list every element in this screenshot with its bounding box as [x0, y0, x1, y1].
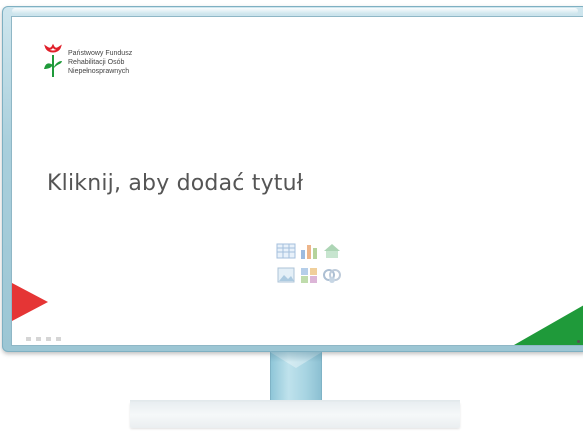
pen-icon[interactable] — [46, 337, 51, 341]
bezel-highlight — [12, 8, 578, 14]
pfron-logo: Państwowy Fundusz Rehabilitacji Osób Nie… — [42, 43, 132, 79]
title-placeholder[interactable]: Kliknij, aby dodać tytuł — [47, 171, 303, 196]
insert-clipart-icon[interactable] — [299, 265, 319, 285]
slideshow-controls — [26, 337, 61, 341]
power-led — [577, 340, 580, 343]
logo-line-2: Rehabilitacji Osób — [68, 59, 125, 66]
green-corner-triangle — [514, 305, 583, 345]
red-corner-triangle — [12, 283, 48, 321]
tulip-logo-icon — [44, 43, 62, 77]
prev-slide-icon[interactable] — [26, 337, 31, 341]
logo-line-3: Niepełnosprawnych — [68, 68, 130, 75]
insert-table-icon[interactable] — [276, 241, 296, 261]
insert-picture-icon[interactable] — [276, 265, 296, 285]
next-slide-icon[interactable] — [56, 337, 61, 341]
insert-chart-icon[interactable] — [299, 241, 319, 261]
logo-line-1: Państwowy Fundusz — [68, 50, 133, 57]
logo-text: Państwowy Fundusz Rehabilitacji Osób Nie… — [68, 49, 132, 76]
monitor-base — [130, 402, 460, 428]
content-placeholder-icons — [276, 241, 344, 287]
slide-menu-icon[interactable] — [36, 337, 41, 341]
slide-canvas: Państwowy Fundusz Rehabilitacji Osób Nie… — [11, 16, 583, 346]
insert-smartart-icon[interactable] — [322, 241, 342, 261]
insert-media-icon[interactable] — [322, 265, 342, 285]
neck-shadow — [270, 352, 322, 362]
